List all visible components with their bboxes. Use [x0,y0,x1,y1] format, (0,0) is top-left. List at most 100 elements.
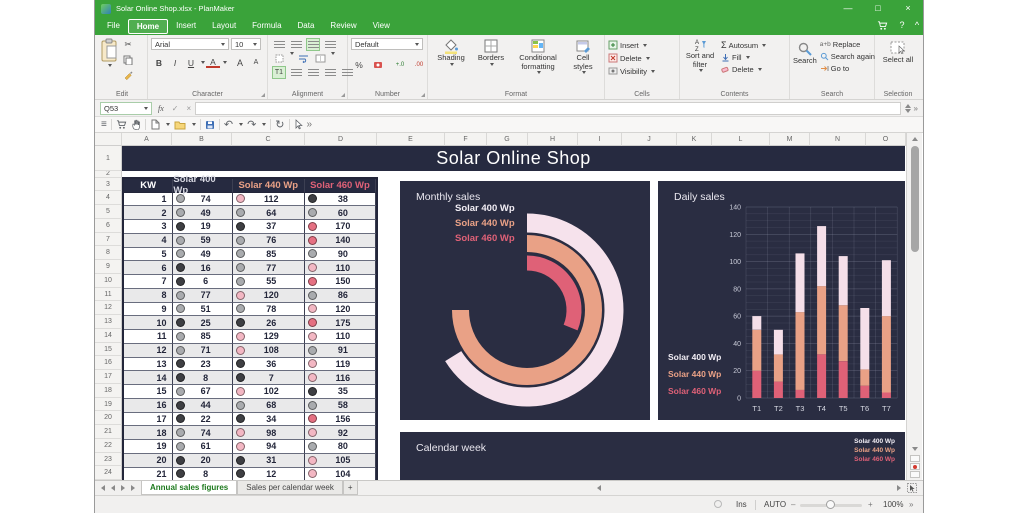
row-header-1[interactable]: 1 [95,146,122,171]
menu-tab-layout[interactable]: Layout [204,19,244,34]
row-header-17[interactable]: 17 [95,370,122,384]
value-cell[interactable]: 156 [305,413,376,427]
row-header-13[interactable]: 13 [95,315,122,329]
cell-reference-box[interactable]: Q53 [100,102,152,115]
add-sheet-button[interactable]: + [343,481,358,495]
column-header-B[interactable]: B [172,133,232,146]
title-bar[interactable]: Solar Online Shop.xlsx - PlanMaker — □ × [95,0,923,17]
value-cell[interactable]: 59 [173,234,232,248]
row-header-24[interactable]: 24 [95,466,122,480]
value-cell[interactable]: 31 [233,454,305,468]
kw-cell[interactable]: 9 [124,303,173,317]
value-cell[interactable]: 16 [173,261,232,275]
value-cell[interactable]: 74 [173,193,232,207]
kw-cell[interactable]: 15 [124,385,173,399]
column-header-D[interactable]: D [305,133,377,146]
value-cell[interactable]: 49 [173,248,232,262]
menu-tab-home[interactable]: Home [128,19,168,34]
value-cell[interactable]: 110 [305,261,376,275]
collapse-ribbon-icon[interactable]: ^ [910,20,924,30]
insert-mode-indicator[interactable]: Ins [736,500,747,509]
pointer-icon[interactable] [294,119,303,130]
scroll-down-icon[interactable] [912,447,918,451]
select-all-corner[interactable] [95,133,122,146]
row-header-11[interactable]: 11 [95,288,122,302]
shrink-font-button[interactable]: A [249,56,263,69]
column-header-H[interactable]: H [528,133,578,146]
row-header-15[interactable]: 15 [95,343,122,357]
table-header-cell[interactable]: Solar 440 Wp [233,179,305,193]
open-file-icon[interactable] [174,120,186,130]
value-cell[interactable]: 85 [173,330,232,344]
formula-input[interactable] [195,102,900,115]
value-cell[interactable]: 76 [233,234,305,248]
value-cell[interactable]: 44 [173,399,232,413]
kw-cell[interactable]: 14 [124,371,173,385]
percent-format-icon[interactable]: % [352,58,366,71]
zoom-in-button[interactable]: + [868,500,873,509]
status-more-icon[interactable]: » [909,500,913,509]
column-header-M[interactable]: M [770,133,810,146]
fill-button[interactable]: Fill [721,53,766,62]
first-sheet-icon[interactable] [101,485,105,491]
row-header-9[interactable]: 9 [95,260,122,274]
touch-mode-icon[interactable] [131,119,141,130]
italic-button[interactable]: I [168,56,182,69]
menu-tab-data[interactable]: Data [290,19,323,34]
copy-icon[interactable] [121,53,135,66]
vertical-scrollbar[interactable] [906,133,922,480]
value-cell[interactable]: 22 [173,413,232,427]
number-format-select[interactable]: Default [351,38,423,50]
autosum-button[interactable]: ΣAutosum [721,40,766,50]
kw-cell[interactable]: 16 [124,399,173,413]
value-cell[interactable]: 85 [233,248,305,262]
select-object-icon[interactable] [907,483,917,493]
menu-tab-view[interactable]: View [365,19,398,34]
kw-cell[interactable]: 2 [124,206,173,220]
row-header-12[interactable]: 12 [95,301,122,315]
row-header-3[interactable]: 3 [95,178,122,192]
shading-button[interactable]: Shading [432,38,470,66]
value-cell[interactable]: 74 [173,426,232,440]
row-header-18[interactable]: 18 [95,384,122,398]
align-left-icon[interactable] [289,66,303,79]
minimize-button[interactable]: — [835,0,861,16]
value-cell[interactable]: 25 [173,316,232,330]
search-again-button[interactable]: Search again [820,52,875,61]
column-header-F[interactable]: F [445,133,487,146]
value-cell[interactable]: 36 [233,358,305,372]
row-header-21[interactable]: 21 [95,425,122,439]
toolbar-more-icon[interactable]: » [307,119,313,130]
add-decimal-icon[interactable]: +.0 [393,58,407,71]
value-cell[interactable]: 51 [173,303,232,317]
bold-button[interactable]: B [152,56,166,69]
sheet-tab[interactable]: Annual sales figures [141,481,237,495]
kw-cell[interactable]: 1 [124,193,173,207]
value-cell[interactable]: 34 [233,413,305,427]
kw-cell[interactable]: 18 [124,426,173,440]
confirm-formula-icon[interactable]: ✓ [172,104,179,113]
value-cell[interactable]: 102 [233,385,305,399]
kw-cell[interactable]: 10 [124,316,173,330]
column-header-I[interactable]: I [578,133,622,146]
borders-button[interactable]: Borders [472,38,510,66]
redo-icon[interactable]: ↷ [247,118,256,131]
value-cell[interactable]: 120 [305,303,376,317]
currency-format-icon[interactable] [371,58,385,71]
value-cell[interactable]: 38 [305,193,376,207]
row-header-14[interactable]: 14 [95,329,122,343]
value-cell[interactable]: 120 [233,289,305,303]
row-header-4[interactable]: 4 [95,191,122,205]
row-header-6[interactable]: 6 [95,219,122,233]
value-cell[interactable]: 6 [173,275,232,289]
menu-tab-file[interactable]: File [99,19,128,34]
close-button[interactable]: × [895,0,921,16]
save-icon[interactable] [205,120,215,130]
merge-cells-icon[interactable] [313,52,327,65]
hscroll-left-icon[interactable] [597,485,601,491]
split-view-button[interactable] [910,455,920,462]
row-header-22[interactable]: 22 [95,439,122,453]
row-header-19[interactable]: 19 [95,398,122,412]
calendar-week-chart[interactable]: Calendar week Solar 400 Wp Solar 440 Wp … [400,432,905,480]
value-cell[interactable]: 23 [173,358,232,372]
